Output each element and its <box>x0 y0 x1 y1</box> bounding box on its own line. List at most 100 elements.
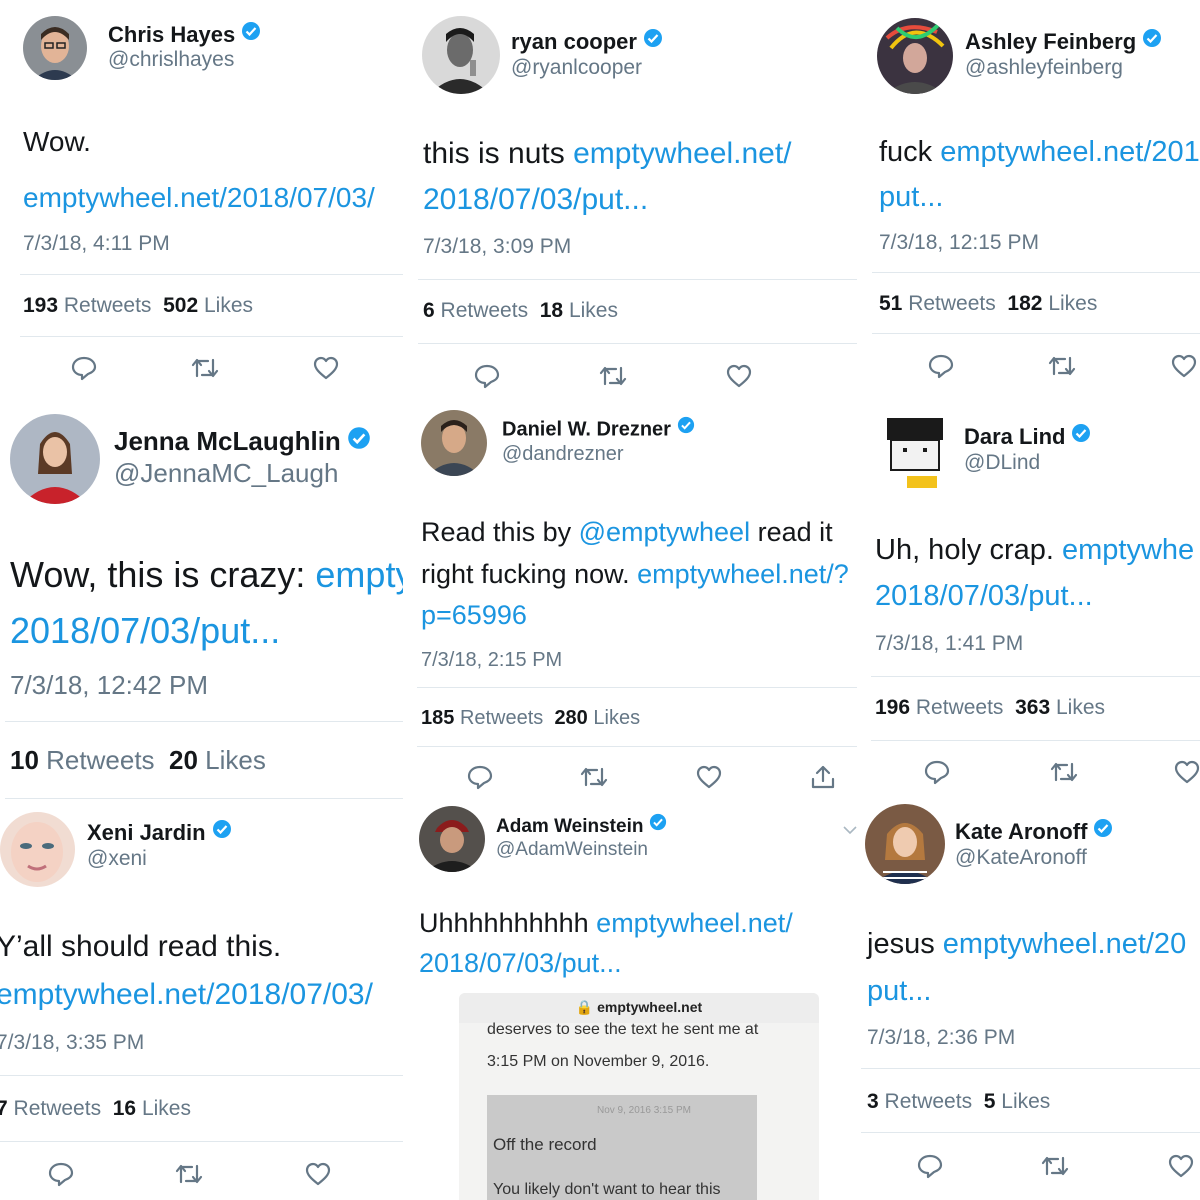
like-button[interactable] <box>725 362 753 390</box>
tweet-link-continued[interactable]: 2018/07/03/put... <box>875 580 1093 613</box>
retweet-icon <box>1050 762 1078 782</box>
tweet-link[interactable]: empty <box>315 554 403 595</box>
retweet-button[interactable] <box>579 763 609 791</box>
like-button[interactable] <box>312 354 340 382</box>
retweet-icon <box>175 1164 203 1184</box>
display-name[interactable]: Xeni Jardin <box>87 820 232 847</box>
heart-icon <box>1171 354 1197 378</box>
display-name[interactable]: Jenna McLaughlin <box>114 426 371 459</box>
divider <box>871 676 1200 677</box>
avatar[interactable] <box>10 414 100 504</box>
reply-button[interactable] <box>70 354 98 382</box>
reply-button[interactable] <box>923 758 951 786</box>
tweet-link[interactable]: emptywheel.net/20 <box>943 928 1186 960</box>
reply-button[interactable] <box>473 362 501 390</box>
avatar[interactable] <box>421 410 487 476</box>
tweet-timestamp[interactable]: 7/3/18, 4:11 PM <box>23 232 170 256</box>
retweet-button[interactable] <box>174 1160 204 1188</box>
verified-badge-icon <box>241 21 261 47</box>
user-handle[interactable]: @JennaMC_Laugh <box>114 458 338 489</box>
user-handle[interactable]: @ashleyfeinberg <box>965 56 1123 80</box>
engagement-stats[interactable]: 3 Retweets 5 Likes <box>867 1090 1050 1114</box>
retweet-button[interactable] <box>598 362 628 390</box>
user-handle[interactable]: @ryanlcooper <box>511 56 642 80</box>
display-name[interactable]: Ashley Feinberg <box>965 29 1162 56</box>
user-handle[interactable]: @AdamWeinstein <box>496 839 648 861</box>
avatar[interactable] <box>419 806 485 872</box>
embedded-screenshot[interactable]: 🔒 emptywheel.net deserves to see the tex… <box>459 993 819 1200</box>
tweet-timestamp[interactable]: 7/3/18, 1:41 PM <box>875 632 1023 656</box>
user-handle[interactable]: @DLind <box>964 451 1040 475</box>
avatar[interactable] <box>877 410 955 488</box>
retweet-button[interactable] <box>1040 1152 1070 1180</box>
avatar[interactable] <box>865 804 945 884</box>
divider <box>417 687 857 688</box>
tweet-timestamp[interactable]: 7/3/18, 3:09 PM <box>423 235 571 259</box>
user-handle[interactable]: @dandrezner <box>502 443 623 466</box>
engagement-stats[interactable]: 10 Retweets 20 Likes <box>10 745 266 776</box>
avatar[interactable] <box>23 16 87 80</box>
reply-button[interactable] <box>916 1152 944 1180</box>
display-name[interactable]: Kate Aronoff <box>955 819 1113 846</box>
like-button[interactable] <box>1173 758 1200 786</box>
tweet-link-continued[interactable]: put... <box>867 975 932 1008</box>
reply-button[interactable] <box>927 352 955 380</box>
reply-button[interactable] <box>47 1160 75 1188</box>
tweet-timestamp[interactable]: 7/3/18, 2:36 PM <box>867 1026 1015 1050</box>
tweet-link-continued[interactable]: p=65996 <box>421 600 527 631</box>
tweet-text: Wow, this is crazy: empty <box>10 554 403 596</box>
engagement-stats[interactable]: 196 Retweets 363 Likes <box>875 696 1105 720</box>
engagement-stats[interactable]: 51 Retweets 182 Likes <box>879 292 1097 316</box>
avatar-photo <box>421 410 487 476</box>
engagement-stats[interactable]: 185 Retweets 280 Likes <box>421 707 640 730</box>
tweet-link[interactable]: emptywheel.net/ <box>596 908 793 938</box>
tweet-link[interactable]: emptywhe <box>1062 534 1194 566</box>
tweet-timestamp[interactable]: 7/3/18, 2:15 PM <box>421 649 562 672</box>
user-handle[interactable]: @chrislhayes <box>108 48 234 72</box>
user-handle[interactable]: @KateAronoff <box>955 846 1087 870</box>
avatar[interactable] <box>0 812 75 887</box>
divider <box>861 1068 1200 1069</box>
share-button[interactable] <box>809 763 837 791</box>
tweet-link-continued[interactable]: 2018/07/03/put... <box>10 610 280 652</box>
tweet-link[interactable]: emptywheel.net/ <box>573 137 791 170</box>
tweet-timestamp[interactable]: 7/3/18, 3:35 PM <box>0 1031 144 1055</box>
tweet-link[interactable]: emptywheel.net/201 <box>940 136 1200 168</box>
engagement-stats[interactable]: 6 Retweets 18 Likes <box>423 299 618 323</box>
display-name[interactable]: Adam Weinstein <box>496 813 667 839</box>
avatar[interactable] <box>877 18 953 94</box>
tweet-timestamp[interactable]: 7/3/18, 12:15 PM <box>879 231 1039 255</box>
tweet-timestamp[interactable]: 7/3/18, 12:42 PM <box>10 670 208 701</box>
tweet-link-continued[interactable]: 2018/07/03/put... <box>419 948 622 979</box>
avatar[interactable] <box>422 16 500 94</box>
retweet-button[interactable] <box>1047 352 1077 380</box>
heart-icon <box>305 1162 331 1186</box>
retweet-button[interactable] <box>190 354 220 382</box>
tweet-link[interactable]: emptywheel.net/2018/07/03/ <box>0 978 373 1012</box>
display-name[interactable]: Dara Lind <box>964 424 1091 451</box>
engagement-stats[interactable]: 193 Retweets 502 Likes <box>23 294 253 318</box>
like-button[interactable] <box>1170 352 1198 380</box>
mention-link[interactable]: @emptywheel <box>579 517 750 547</box>
chevron-down-icon <box>843 826 857 835</box>
display-name[interactable]: ryan cooper <box>511 29 663 56</box>
tweet-menu-button[interactable] <box>843 822 857 840</box>
tweet-link[interactable]: emptywheel.net/2018/07/03/ <box>23 182 375 214</box>
tweet-ryan-cooper: ryan cooper @ryanlcooper this is nuts em… <box>403 0 857 400</box>
tweet-link-continued[interactable]: put... <box>879 181 944 214</box>
display-name[interactable]: Daniel W. Drezner <box>502 416 695 442</box>
display-name[interactable]: Chris Hayes <box>108 22 261 49</box>
like-button[interactable] <box>695 763 723 791</box>
tweet-link[interactable]: emptywheel.net/? <box>637 559 849 589</box>
avatar-photo <box>877 18 953 94</box>
like-button[interactable] <box>304 1160 332 1188</box>
tweet-link-continued[interactable]: 2018/07/03/put... <box>423 183 648 217</box>
retweet-icon <box>580 767 608 787</box>
verified-badge-icon <box>1142 28 1162 54</box>
tweet-text: Uh, holy crap. emptywhe <box>875 534 1195 566</box>
retweet-button[interactable] <box>1049 758 1079 786</box>
reply-button[interactable] <box>466 763 494 791</box>
user-handle[interactable]: @xeni <box>87 847 147 871</box>
engagement-stats[interactable]: 7 Retweets 16 Likes <box>0 1097 191 1121</box>
like-button[interactable] <box>1167 1152 1195 1180</box>
